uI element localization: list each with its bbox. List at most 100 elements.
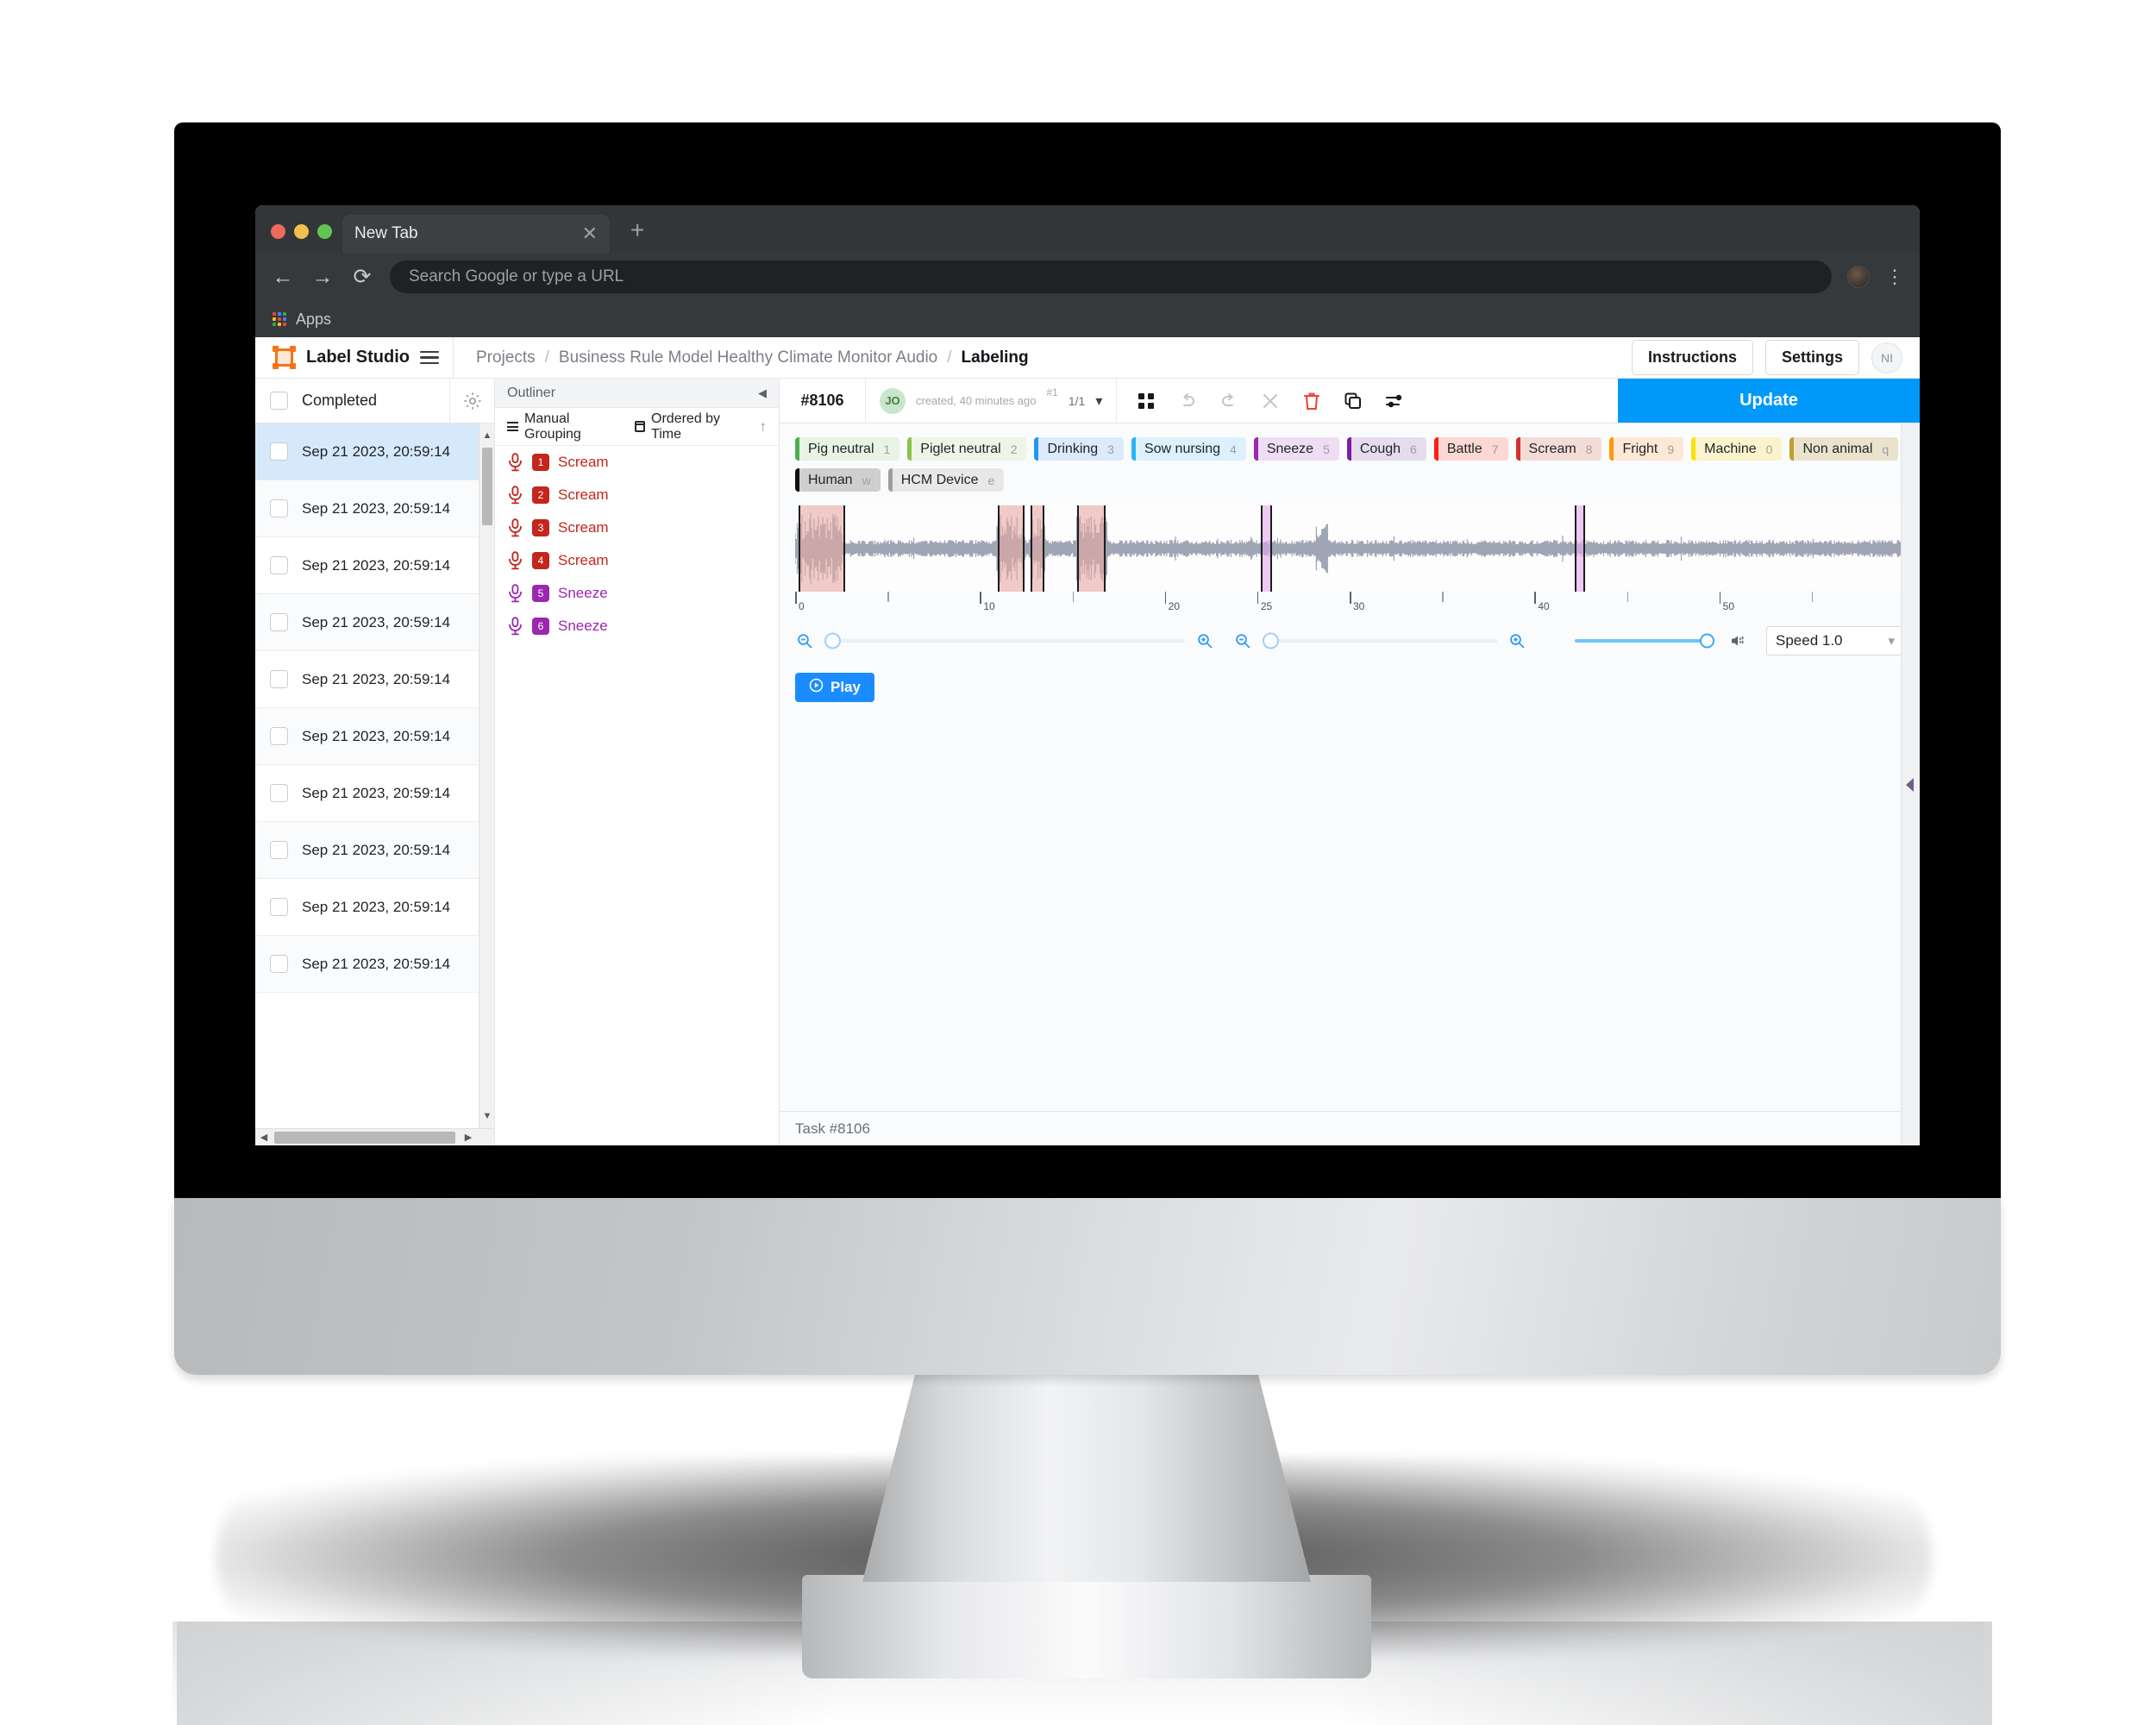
hamburger-icon[interactable]: [420, 350, 453, 365]
label-chip-drinking[interactable]: Drinking 3: [1034, 437, 1124, 461]
waveform[interactable]: [794, 505, 1904, 592]
label-chip-cough[interactable]: Cough 6: [1346, 437, 1426, 461]
waveform-region[interactable]: [1261, 505, 1272, 592]
select-all-checkbox[interactable]: [255, 392, 302, 410]
task-checkbox[interactable]: [255, 499, 302, 518]
task-list-item[interactable]: Sep 21 2023, 20:59:14: [255, 480, 494, 537]
task-list-horizontal-scrollbar[interactable]: ◀ ▶: [255, 1128, 494, 1145]
waveform-region[interactable]: [1030, 505, 1045, 592]
avatar[interactable]: NI: [1871, 342, 1902, 373]
manual-grouping-button[interactable]: Manual Grouping: [507, 411, 619, 442]
region-list-item[interactable]: 6 Sneeze: [495, 610, 779, 643]
waveform-regions[interactable]: [795, 505, 1904, 592]
scroll-right-icon[interactable]: ▶: [460, 1132, 477, 1143]
task-list-item[interactable]: Sep 21 2023, 20:59:14: [255, 879, 494, 936]
volume-icon[interactable]: [1728, 631, 1747, 650]
label-chip-fright[interactable]: Fright 9: [1609, 437, 1684, 461]
task-list-rows[interactable]: Sep 21 2023, 20:59:14 Sep 21 2023, 20:59:…: [255, 423, 494, 1128]
scrollbar-thumb[interactable]: [274, 1131, 455, 1144]
label-chip-battle[interactable]: Battle 7: [1433, 437, 1508, 461]
waveform-region[interactable]: [1575, 505, 1585, 592]
waveform-region[interactable]: [1076, 505, 1106, 592]
amplitude-zoom-slider[interactable]: [1263, 632, 1497, 649]
forward-icon[interactable]: →: [310, 265, 335, 290]
update-button[interactable]: Update: [1618, 379, 1920, 423]
breadcrumb-item-projects[interactable]: Projects: [476, 348, 536, 367]
window-traffic-lights[interactable]: [255, 224, 342, 253]
copy-annotation-icon[interactable]: [1343, 391, 1363, 411]
task-checkbox[interactable]: [255, 784, 302, 802]
region-list-item[interactable]: 2 Scream: [495, 479, 779, 511]
task-checkbox[interactable]: [255, 442, 302, 461]
task-list-item[interactable]: Sep 21 2023, 20:59:14: [255, 708, 494, 765]
label-chip-scream[interactable]: Scream 8: [1515, 437, 1602, 461]
label-chip-list[interactable]: Pig neutral 1 Piglet neutral 2 Drinking 3 Sow …: [795, 437, 1904, 492]
waveform-region[interactable]: [998, 505, 1025, 592]
label-chip-hcm-device[interactable]: HCM Device e: [887, 468, 1005, 492]
grid-view-icon[interactable]: [1136, 391, 1156, 411]
breadcrumb-item-project[interactable]: Business Rule Model Healthy Climate Moni…: [559, 348, 937, 367]
task-list-item[interactable]: Sep 21 2023, 20:59:14: [255, 651, 494, 708]
gear-icon[interactable]: [449, 379, 494, 423]
task-checkbox[interactable]: [255, 898, 302, 916]
task-list-item[interactable]: Sep 21 2023, 20:59:14: [255, 765, 494, 822]
zoom-in-icon[interactable]: [1195, 631, 1214, 650]
scroll-down-icon[interactable]: ▼: [479, 1106, 494, 1126]
ordered-by-time-button[interactable]: Ordered by Time: [634, 411, 744, 442]
settings-button[interactable]: Settings: [1764, 340, 1859, 375]
trash-icon[interactable]: [1301, 391, 1322, 411]
close-window-button[interactable]: [271, 224, 285, 239]
task-checkbox[interactable]: [255, 670, 302, 688]
region-list-item[interactable]: 3 Scream: [495, 511, 779, 544]
playback-speed-select[interactable]: Speed 1.0 ▾: [1766, 626, 1904, 656]
scroll-left-icon[interactable]: ◀: [255, 1132, 273, 1143]
avatar[interactable]: [1847, 266, 1870, 288]
task-checkbox[interactable]: [255, 613, 302, 631]
task-list-scrollbar[interactable]: ▲ ▼: [479, 423, 494, 1128]
task-checkbox[interactable]: [255, 727, 302, 745]
label-chip-sneeze[interactable]: Sneeze 5: [1253, 437, 1339, 461]
collapse-right-icon[interactable]: [1906, 777, 1914, 792]
task-list-item[interactable]: Sep 21 2023, 20:59:14: [255, 594, 494, 651]
region-list-item[interactable]: 4 Scream: [495, 544, 779, 577]
close-icon[interactable]: [1260, 391, 1281, 411]
right-rail[interactable]: [1901, 423, 1920, 1145]
arrow-up-icon[interactable]: ↑: [760, 418, 768, 436]
task-list-item[interactable]: Sep 21 2023, 20:59:14: [255, 537, 494, 594]
redo-icon[interactable]: [1219, 391, 1239, 411]
undo-icon[interactable]: [1177, 391, 1198, 411]
region-list-item[interactable]: 5 Sneeze: [495, 577, 779, 610]
amplitude-zoom-out-icon[interactable]: [1233, 631, 1252, 650]
brand-block[interactable]: Label Studio: [255, 337, 454, 378]
minimize-window-button[interactable]: [294, 224, 309, 239]
waveform-region[interactable]: [798, 505, 845, 592]
instructions-button[interactable]: Instructions: [1631, 340, 1753, 375]
play-button[interactable]: Play: [795, 673, 874, 702]
amplitude-zoom-in-icon[interactable]: [1507, 631, 1526, 650]
label-chip-pig-neutral[interactable]: Pig neutral 1: [795, 437, 900, 461]
address-bar[interactable]: Search Google or type a URL: [390, 260, 1832, 293]
task-list-item[interactable]: Sep 21 2023, 20:59:14: [255, 936, 494, 993]
task-checkbox[interactable]: [255, 955, 302, 973]
volume-slider[interactable]: [1575, 633, 1714, 649]
task-checkbox[interactable]: [255, 556, 302, 574]
reload-icon[interactable]: ⟳: [350, 264, 374, 290]
back-icon[interactable]: ←: [271, 265, 295, 290]
close-icon[interactable]: ✕: [582, 224, 598, 243]
label-chip-human[interactable]: Human w: [795, 468, 881, 492]
scroll-up-icon[interactable]: ▲: [479, 425, 494, 446]
chevron-down-icon[interactable]: ▾: [1095, 392, 1102, 410]
maximize-window-button[interactable]: [317, 224, 332, 239]
browser-tab[interactable]: New Tab ✕: [342, 215, 610, 253]
plus-icon[interactable]: +: [610, 218, 661, 253]
task-list-item[interactable]: Sep 21 2023, 20:59:14: [255, 423, 494, 480]
scrollbar-thumb[interactable]: [482, 448, 492, 525]
region-list[interactable]: 1 Scream 2 Scream 3 Scream 4 Scream 5 Sneeze 6 Snee…: [495, 446, 779, 1145]
task-checkbox[interactable]: [255, 841, 302, 859]
label-chip-non-animal[interactable]: Non animal q: [1789, 437, 1899, 461]
label-chip-machine[interactable]: Machine 0: [1691, 437, 1783, 461]
annotation-selector[interactable]: JO created, 40 minutes ago #1 1/1 ▾: [866, 379, 1118, 423]
timeline-zoom-slider[interactable]: [824, 632, 1185, 649]
zoom-out-icon[interactable]: [795, 631, 814, 650]
audio-waveform-container[interactable]: 0 10 20 25 30 40 50: [794, 505, 1906, 614]
